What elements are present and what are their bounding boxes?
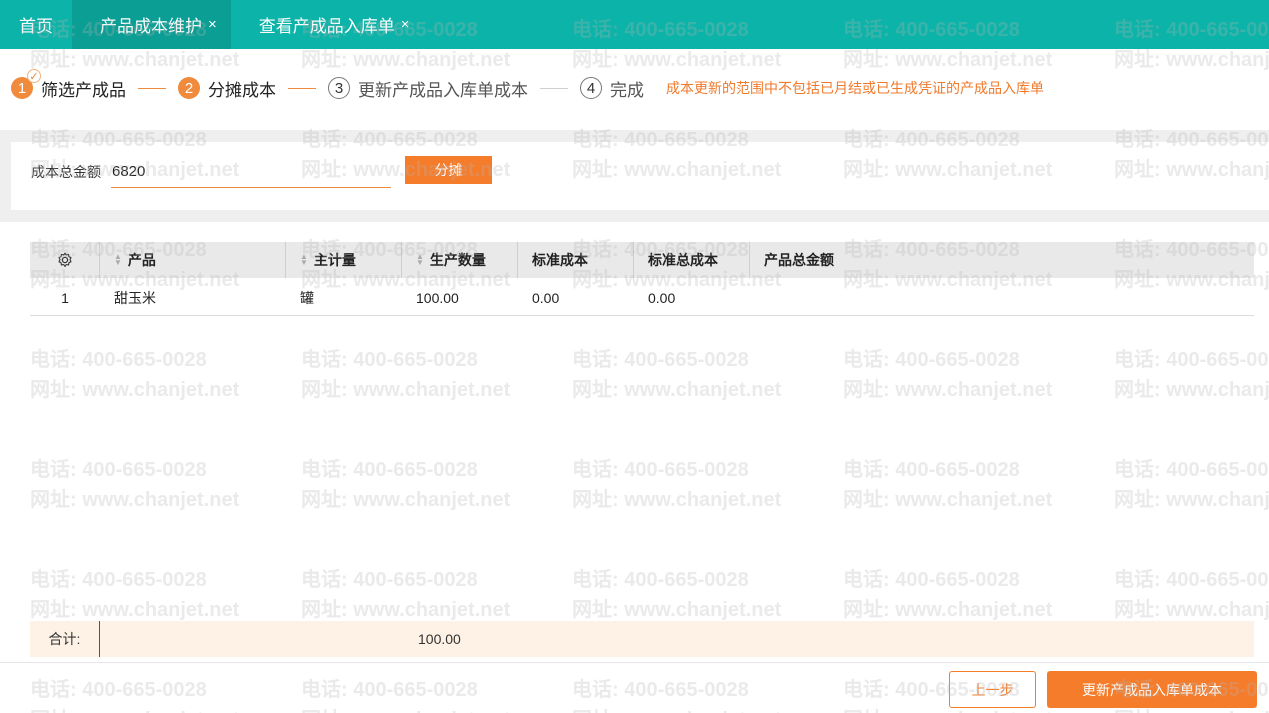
watermark-site: 网址: www.chanjet.net	[30, 49, 240, 71]
cost-total-input[interactable]	[111, 156, 391, 188]
table-footer: 合计: 100.00	[30, 621, 1254, 657]
column-total-amount: 产品总金额	[750, 242, 1254, 278]
tab-bar: 首页 产品成本维护 × 查看产成品入库单 ×	[0, 0, 1269, 49]
watermark-site: 网址: www.chanjet.net	[572, 49, 782, 71]
sort-icon[interactable]: ▲ ▼	[114, 253, 122, 267]
step-1-number: 1	[17, 79, 27, 97]
close-icon[interactable]: ×	[208, 16, 217, 33]
cell-total-amount[interactable]	[750, 280, 1254, 315]
gear-icon[interactable]	[57, 252, 73, 268]
wizard-steps: 1 ✓ 筛选产成品 2 分摊成本 3 更新产成品入库单成本 4 完成 成本更新的范…	[11, 69, 1044, 102]
column-qty[interactable]: ▲ ▼ 生产数量	[402, 242, 518, 278]
column-total-amount-label: 产品总金额	[764, 252, 834, 268]
column-unit-label: 主计量	[313, 252, 356, 268]
step-1-indicator: 1 ✓	[11, 69, 41, 99]
step-3-label: 更新产成品入库单成本	[358, 80, 528, 100]
step-4-label: 完成	[610, 80, 644, 100]
column-settings[interactable]	[30, 242, 100, 278]
cell-std-total: 0.00	[648, 289, 676, 306]
row-index: 1	[61, 289, 69, 306]
close-icon[interactable]: ×	[401, 16, 410, 33]
allocation-panel: 成本总金额 分摊	[11, 142, 1269, 210]
step-connector	[138, 87, 166, 89]
column-product[interactable]: ▲ ▼ 产品	[100, 242, 286, 278]
cell-unit: 罐	[300, 289, 314, 306]
step-connector	[288, 87, 316, 89]
tab-home-label: 首页	[19, 17, 53, 36]
watermark-site: 网址: www.chanjet.net	[1114, 49, 1269, 71]
table-row[interactable]: 1 甜玉米 罐 100.00 0.00 0.00	[30, 280, 1254, 316]
tab-home[interactable]: 首页	[0, 0, 72, 49]
update-receipt-cost-button[interactable]: 更新产成品入库单成本	[1047, 671, 1257, 708]
sort-icon[interactable]: ▲ ▼	[416, 253, 424, 267]
cost-total-label: 成本总金额	[31, 164, 101, 180]
tab-product-cost-label: 产品成本维护	[100, 17, 202, 36]
tab-product-cost[interactable]: 产品成本维护 ×	[72, 0, 231, 49]
allocate-button[interactable]: 分摊	[405, 156, 492, 184]
watermark-site: 网址: www.chanjet.net	[843, 49, 1053, 71]
sort-icon[interactable]: ▲ ▼	[300, 253, 308, 267]
cell-qty: 100.00	[416, 289, 459, 306]
column-std-cost-label: 标准成本	[532, 252, 588, 268]
step-2-indicator: 2	[178, 77, 200, 99]
step-4-indicator: 4	[580, 77, 602, 99]
tab-view-receipts-label: 查看产成品入库单	[258, 17, 395, 36]
tab-view-receipts[interactable]: 查看产成品入库单 ×	[231, 0, 428, 49]
step-3-indicator: 3	[328, 77, 350, 99]
step-2-label: 分摊成本	[208, 80, 276, 100]
column-unit[interactable]: ▲ ▼ 主计量	[286, 242, 402, 278]
check-icon: ✓	[27, 69, 41, 83]
column-std-total: 标准总成本	[634, 242, 750, 278]
step-note: 成本更新的范围中不包括已月结或已生成凭证的产成品入库单	[666, 80, 1044, 96]
step-connector	[540, 87, 568, 89]
footer-label: 合计:	[30, 621, 100, 657]
column-qty-label: 生产数量	[429, 252, 486, 268]
step-1-label: 筛选产成品	[41, 80, 126, 100]
footer-qty-total: 100.00	[418, 631, 461, 647]
watermark-site: 网址: www.chanjet.net	[301, 49, 511, 71]
action-bar: 上一步 更新产成品入库单成本	[0, 662, 1269, 713]
prev-step-button[interactable]: 上一步	[949, 671, 1036, 708]
cell-product: 甜玉米	[114, 289, 156, 306]
table-header: ▲ ▼ 产品 ▲ ▼ 主计量 ▲ ▼ 生产数量 标准成本 标准总成本 产品总金额	[30, 242, 1254, 278]
cell-std-cost: 0.00	[532, 289, 560, 306]
column-std-cost: 标准成本	[518, 242, 634, 278]
column-product-label: 产品	[127, 252, 156, 268]
column-std-total-label: 标准总成本	[648, 252, 718, 268]
